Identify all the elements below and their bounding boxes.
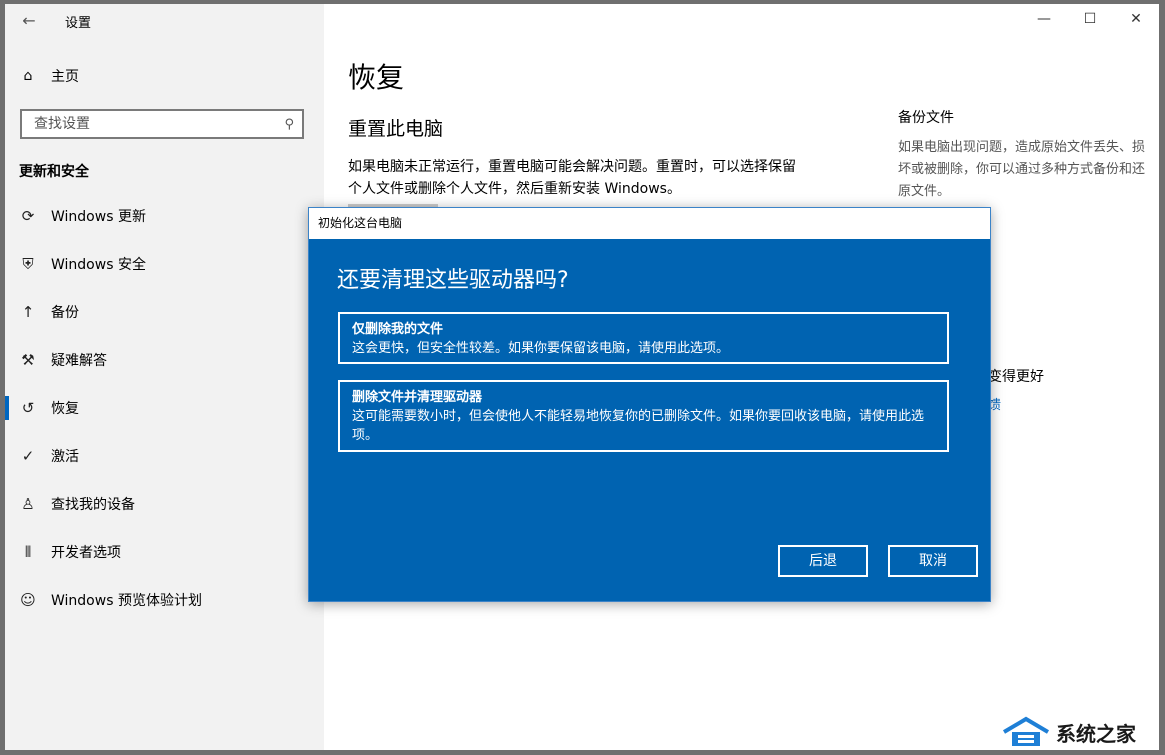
option-title: 仅删除我的文件 xyxy=(352,322,444,337)
house-logo-icon xyxy=(1002,716,1050,746)
watermark-text: 系统之家 xyxy=(1056,721,1136,746)
back-arrow-icon[interactable]: ← xyxy=(19,11,39,31)
upload-arrow-icon: ↑ xyxy=(21,303,35,321)
search-input[interactable] xyxy=(32,115,266,133)
wrench-icon: ⚒ xyxy=(21,351,35,369)
sidebar-item-troubleshoot[interactable]: ⚒ 疑难解答 xyxy=(5,336,324,384)
section-title: 更新和安全 xyxy=(19,164,89,180)
window-title: 设置 xyxy=(65,16,92,31)
cancel-button[interactable]: 取消 xyxy=(888,545,978,577)
check-circle-icon: ✓ xyxy=(21,447,35,465)
backup-description: 如果电脑出现问题，造成原始文件丢失、损坏或被删除，你可以通过多种方式备份和还原文… xyxy=(898,140,1146,199)
dialog-heading: 还要清理这些驱动器吗? xyxy=(337,268,569,293)
back-button[interactable]: 后退 xyxy=(778,545,868,577)
option-description: 这会更快，但安全性较差。如果你要保留该电脑，请使用此选项。 xyxy=(352,341,730,356)
sidebar-item-windows-update[interactable]: ⟳ Windows 更新 xyxy=(5,192,324,240)
minimize-icon[interactable]: — xyxy=(1021,4,1067,34)
option-description: 这可能需要数小时，但会使他人不能轻易地恢复你的已删除文件。如果你要回收该电脑，请… xyxy=(352,409,925,443)
sidebar-item-find-my-device[interactable]: ♙ 查找我的设备 xyxy=(5,480,324,528)
close-icon[interactable]: ✕ xyxy=(1113,4,1159,34)
window-controls: — ☐ ✕ xyxy=(1021,4,1159,34)
cat-icon: ☺ xyxy=(20,591,36,609)
refresh-icon: ⟳ xyxy=(21,207,35,225)
feedback-title: 变得更好 xyxy=(988,369,1044,385)
settings-window: ← 设置 ⌂ 主页 ⚲ 更新和安全 ⟳ Windows 更新 ⛨ Windows… xyxy=(5,4,1159,750)
sidebar-item-windows-security[interactable]: ⛨ Windows 安全 xyxy=(5,240,324,288)
search-box[interactable]: ⚲ xyxy=(20,109,304,139)
option-remove-and-clean[interactable]: 删除文件并清理驱动器 这可能需要数小时，但会使他人不能轻易地恢复你的已删除文件。… xyxy=(338,380,949,452)
dialog-title: 初始化这台电脑 xyxy=(309,208,990,239)
person-pin-icon: ♙ xyxy=(21,495,35,513)
sidebar-item-label: 恢复 xyxy=(51,401,79,417)
home-icon: ⌂ xyxy=(23,68,33,84)
backup-title: 备份文件 xyxy=(898,110,954,126)
reset-section-title: 重置此电脑 xyxy=(348,118,444,140)
search-icon[interactable]: ⚲ xyxy=(284,117,294,132)
sidebar-item-recovery[interactable]: ↺ 恢复 xyxy=(5,384,324,432)
sidebar-item-label: 备份 xyxy=(51,305,79,321)
sidebar: ← 设置 ⌂ 主页 ⚲ 更新和安全 ⟳ Windows 更新 ⛨ Windows… xyxy=(5,4,324,750)
sidebar-item-label: Windows 预览体验计划 xyxy=(51,593,202,609)
developer-icon: ⦀ xyxy=(24,543,32,561)
shield-icon: ⛨ xyxy=(22,255,34,273)
sidebar-item-label: 疑难解答 xyxy=(51,353,107,369)
sidebar-item-backup[interactable]: ↑ 备份 xyxy=(5,288,324,336)
maximize-icon[interactable]: ☐ xyxy=(1067,4,1113,34)
sidebar-item-developer-options[interactable]: ⦀ 开发者选项 xyxy=(5,528,324,576)
sidebar-item-label: 激活 xyxy=(51,449,79,465)
option-title: 删除文件并清理驱动器 xyxy=(352,390,483,405)
nav-list: ⟳ Windows 更新 ⛨ Windows 安全 ↑ 备份 ⚒ 疑难解答 ↺ … xyxy=(5,192,324,624)
sidebar-item-activation[interactable]: ✓ 激活 xyxy=(5,432,324,480)
home-nav-item[interactable]: ⌂ 主页 xyxy=(19,64,79,88)
sidebar-item-label: 查找我的设备 xyxy=(51,497,135,513)
history-icon: ↺ xyxy=(21,399,35,417)
sidebar-item-label: Windows 更新 xyxy=(51,209,146,225)
reset-description: 如果电脑未正常运行，重置电脑可能会解决问题。重置时，可以选择保留个人文件或删除个… xyxy=(348,159,796,197)
page-title: 恢复 xyxy=(348,61,405,94)
sidebar-item-label: 开发者选项 xyxy=(51,545,121,561)
option-remove-files-only[interactable]: 仅删除我的文件 这会更快，但安全性较差。如果你要保留该电脑，请使用此选项。 xyxy=(338,312,949,364)
home-label: 主页 xyxy=(51,69,79,85)
sidebar-item-label: Windows 安全 xyxy=(51,257,146,273)
watermark: 系统之家 xyxy=(1000,716,1136,748)
sidebar-item-insider-program[interactable]: ☺ Windows 预览体验计划 xyxy=(5,576,324,624)
reset-dialog: 初始化这台电脑 还要清理这些驱动器吗? 仅删除我的文件 这会更快，但安全性较差。… xyxy=(308,207,991,602)
